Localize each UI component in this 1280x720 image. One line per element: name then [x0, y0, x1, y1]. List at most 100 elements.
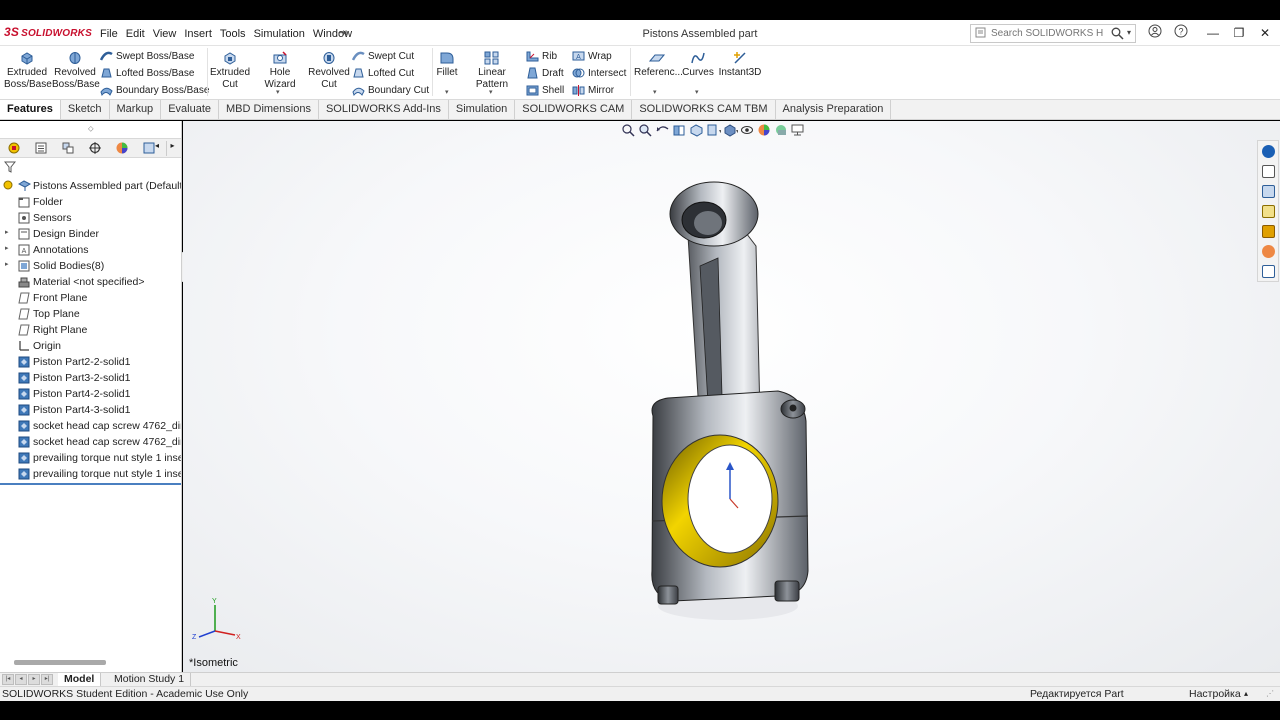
- section-view-icon[interactable]: [672, 123, 687, 137]
- tree-node[interactable]: prevailing torque nut style 1 insert: [0, 450, 181, 466]
- pattern-dropdown-icon[interactable]: ▾: [489, 88, 493, 96]
- tree-horizontal-scrollbar[interactable]: [14, 660, 106, 665]
- tab-solidworks-cam[interactable]: SOLIDWORKS CAM: [515, 100, 633, 119]
- tree-node[interactable]: Front Plane: [0, 290, 181, 306]
- fillet-dropdown-icon[interactable]: ▾: [445, 88, 449, 96]
- tab-solidworks-cam-tbm[interactable]: SOLIDWORKS CAM TBM: [632, 100, 776, 119]
- search-dropdown-icon[interactable]: ▾: [1127, 28, 1131, 37]
- view-settings-icon[interactable]: [791, 123, 806, 137]
- expand-chevron-icon[interactable]: ▸: [5, 260, 9, 268]
- custom-properties-icon[interactable]: [1262, 265, 1275, 278]
- tab-scroll-right-icon[interactable]: ▸: [166, 141, 178, 156]
- menu-tools[interactable]: Tools: [216, 28, 250, 40]
- hole-wizard-button[interactable]: Hole Wizard: [253, 51, 307, 91]
- tab-simulation[interactable]: Simulation: [449, 100, 516, 119]
- design-library-icon[interactable]: [1262, 185, 1275, 198]
- tab-sketch[interactable]: Sketch: [61, 100, 110, 119]
- tab-features[interactable]: Features: [0, 100, 61, 119]
- help-question-icon[interactable]: ?: [1172, 24, 1190, 42]
- tab-markup[interactable]: Markup: [110, 100, 162, 119]
- tree-node[interactable]: Right Plane: [0, 322, 181, 338]
- status-customize-caret-icon[interactable]: ▴: [1244, 689, 1248, 698]
- menu-window[interactable]: Window: [309, 28, 356, 40]
- hide-show-items-icon[interactable]: [740, 123, 755, 137]
- menu-view[interactable]: View: [149, 28, 181, 40]
- edit-appearance-icon[interactable]: [757, 123, 772, 137]
- reference-dropdown-icon[interactable]: ▾: [653, 88, 657, 96]
- rollback-bar[interactable]: [0, 483, 181, 485]
- tree-node[interactable]: socket head cap screw 4762_din-2: [0, 418, 181, 434]
- tab-model[interactable]: Model: [58, 673, 102, 686]
- first-tab-icon[interactable]: |◂: [2, 674, 14, 685]
- instant3d-button[interactable]: Instant3D: [718, 51, 762, 79]
- swept-boss-button[interactable]: Swept Boss/Base: [100, 50, 194, 62]
- tab-scroll-left-icon[interactable]: ◂: [152, 141, 162, 156]
- menu-simulation[interactable]: Simulation: [250, 28, 309, 40]
- tree-node[interactable]: ▸ A Annotations: [0, 242, 181, 258]
- menu-file[interactable]: File: [96, 28, 122, 40]
- help-search-input[interactable]: [991, 26, 1103, 41]
- zoom-to-area-icon[interactable]: [638, 123, 653, 137]
- menu-edit[interactable]: Edit: [122, 28, 149, 40]
- tree-node[interactable]: Piston Part2-2-solid1: [0, 354, 181, 370]
- display-manager-tab-icon[interactable]: [112, 141, 132, 156]
- fillet-button[interactable]: Fillet: [435, 51, 459, 79]
- close-icon[interactable]: ✕: [1252, 23, 1278, 43]
- tree-node[interactable]: ▸ Solid Bodies(8): [0, 258, 181, 274]
- tab-solidworks-addins[interactable]: SOLIDWORKS Add-Ins: [319, 100, 449, 119]
- lofted-boss-button[interactable]: Lofted Boss/Base: [100, 67, 194, 79]
- tree-node[interactable]: Sensors: [0, 210, 181, 226]
- lofted-cut-button[interactable]: Lofted Cut: [352, 67, 414, 79]
- swept-cut-button[interactable]: Swept Cut: [352, 50, 414, 62]
- connecting-rod-model[interactable]: [638, 176, 838, 626]
- curves-button[interactable]: Curves: [682, 51, 714, 79]
- file-explorer-icon[interactable]: [1262, 205, 1275, 218]
- configuration-manager-tab-icon[interactable]: [58, 141, 78, 156]
- next-tab-icon[interactable]: ▸: [28, 674, 40, 685]
- wrap-button[interactable]: A Wrap: [572, 50, 612, 62]
- appearances-icon[interactable]: [1262, 245, 1275, 258]
- tree-node[interactable]: prevailing torque nut style 1 insert: [0, 466, 181, 482]
- hole-wizard-dropdown-icon[interactable]: ▾: [276, 88, 280, 96]
- last-tab-icon[interactable]: ▸|: [41, 674, 53, 685]
- pin-menu-icon[interactable]: ⇥: [338, 26, 347, 39]
- pane-grip-icon[interactable]: ⬦: [88, 124, 94, 134]
- minimize-icon[interactable]: —: [1200, 23, 1226, 43]
- apply-scene-icon[interactable]: [774, 123, 789, 137]
- tree-node[interactable]: Top Plane: [0, 306, 181, 322]
- shell-button[interactable]: Shell: [526, 84, 564, 96]
- tree-node[interactable]: Piston Part4-2-solid1: [0, 386, 181, 402]
- tree-root-part[interactable]: Pistons Assembled part (Default): [0, 178, 181, 194]
- boundary-cut-button[interactable]: Boundary Cut: [352, 84, 429, 96]
- rib-button[interactable]: Rib: [526, 50, 557, 62]
- tree-node[interactable]: Folder: [0, 194, 181, 210]
- tab-mbd-dimensions[interactable]: MBD Dimensions: [219, 100, 319, 119]
- home-icon[interactable]: [1262, 165, 1275, 178]
- view-palette-icon[interactable]: [1262, 225, 1275, 238]
- revolved-cut-button[interactable]: Revolved Cut: [308, 51, 350, 91]
- boundary-boss-button[interactable]: Boundary Boss/Base: [100, 84, 209, 96]
- zoom-to-fit-icon[interactable]: [621, 123, 636, 137]
- previous-view-icon[interactable]: [655, 123, 670, 137]
- solidworks-resources-icon[interactable]: [1262, 145, 1275, 158]
- tab-analysis-preparation[interactable]: Analysis Preparation: [776, 100, 892, 119]
- revolved-boss-button[interactable]: Revolved Boss/Base: [52, 51, 100, 91]
- view-orientation-icon[interactable]: ▾: [706, 123, 722, 137]
- tree-node[interactable]: Piston Part3-2-solid1: [0, 370, 181, 386]
- dynamic-annotation-icon[interactable]: [689, 123, 704, 137]
- solidworks-logo[interactable]: 3S SOLIDWORKS: [4, 25, 92, 39]
- status-customize-button[interactable]: Настройка: [1189, 688, 1241, 700]
- dimxpert-tab-icon[interactable]: [85, 141, 105, 156]
- tree-node[interactable]: Origin: [0, 338, 181, 354]
- previous-tab-icon[interactable]: ◂: [15, 674, 27, 685]
- intersect-button[interactable]: Intersect: [572, 67, 626, 79]
- tree-node[interactable]: socket head cap screw 4762_din-3: [0, 434, 181, 450]
- extruded-boss-button[interactable]: Extruded Boss/Base: [4, 51, 52, 91]
- property-manager-tab-icon[interactable]: [31, 141, 51, 156]
- expand-chevron-icon[interactable]: ▸: [5, 244, 9, 252]
- tree-filter-icon[interactable]: [3, 161, 17, 176]
- user-account-icon[interactable]: [1146, 24, 1164, 42]
- linear-pattern-button[interactable]: Linear Pattern: [461, 51, 523, 91]
- tree-node[interactable]: Material <not specified>: [0, 274, 181, 290]
- graphics-area[interactable]: ▾ ▾ ▢ ▤ — ❐ ✕: [183, 121, 1280, 672]
